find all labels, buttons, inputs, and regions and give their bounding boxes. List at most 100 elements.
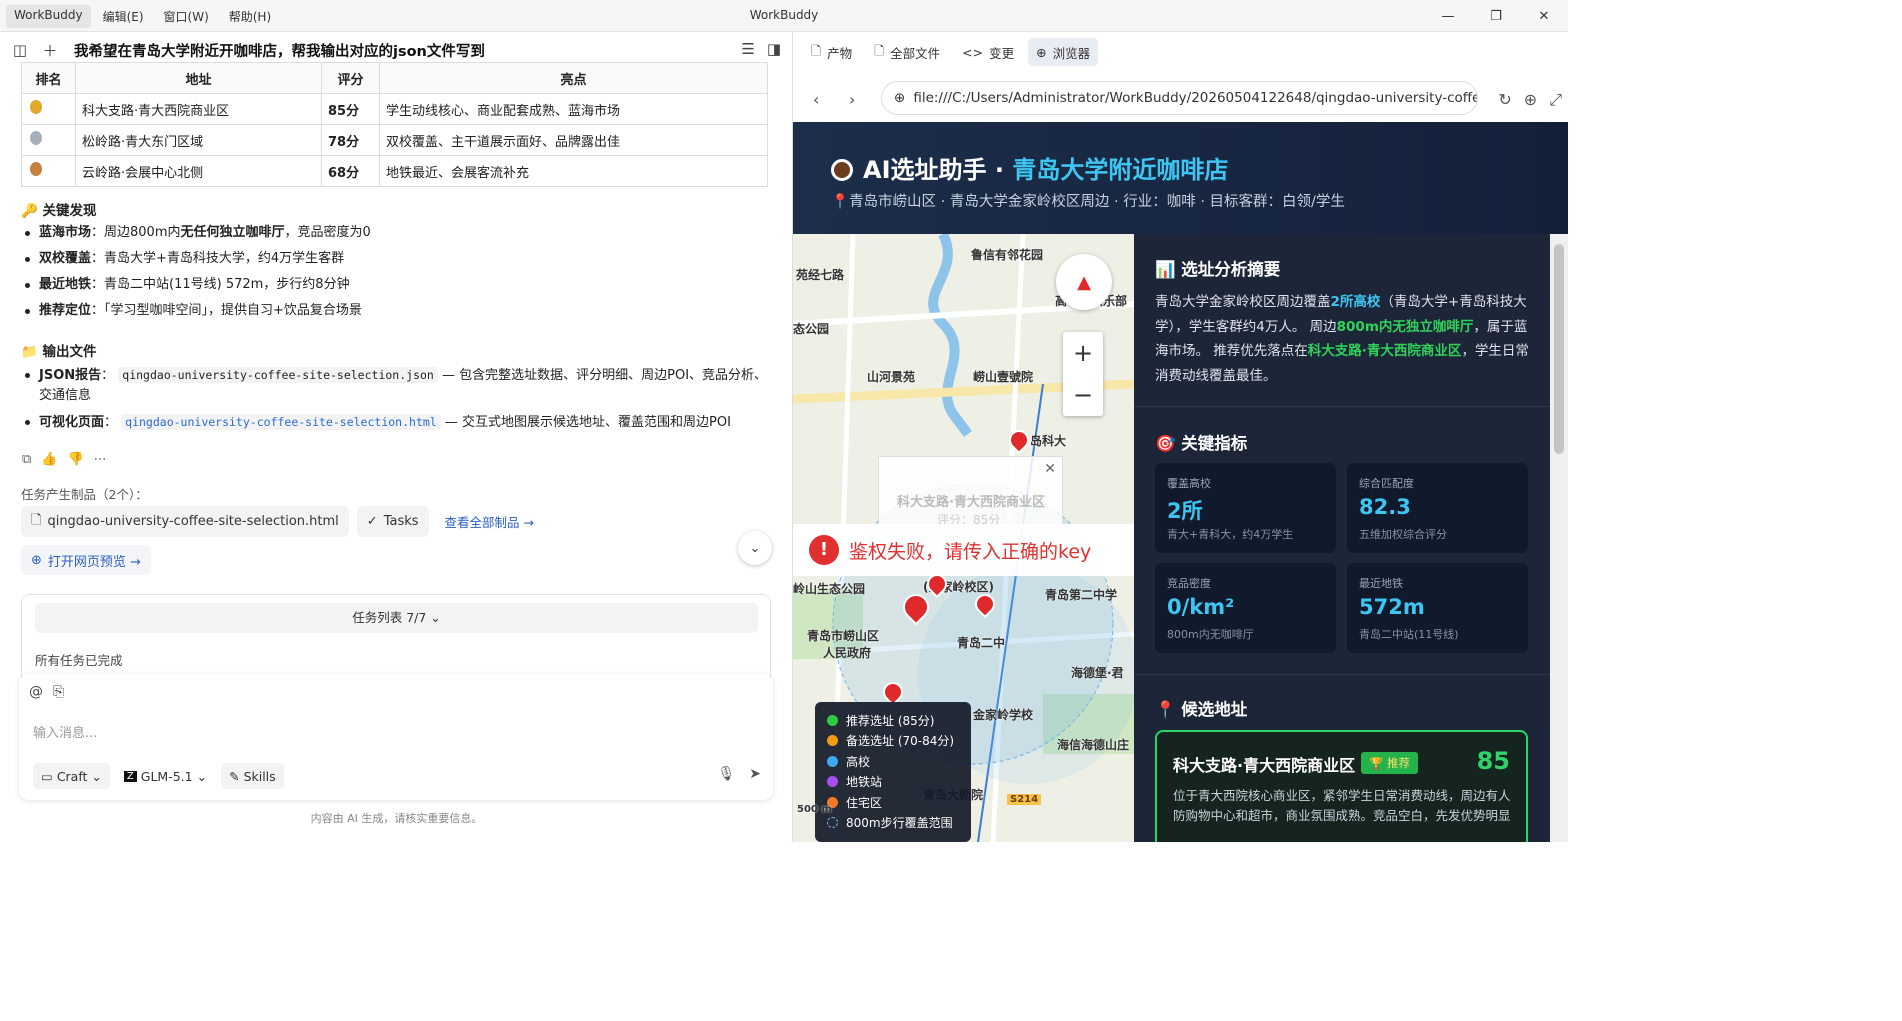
- legend-item: 住宅区: [827, 792, 959, 813]
- map-label: 山河景苑: [867, 370, 916, 384]
- tasks-status: 所有任务已完成: [35, 653, 123, 668]
- metric-card: 最近地铁 572m 青岛二中站(11号线): [1347, 563, 1528, 653]
- map-label: 海德堡·君: [1071, 666, 1124, 680]
- popup-close-icon[interactable]: ✕: [1044, 461, 1056, 477]
- col-header: 地址: [75, 62, 322, 94]
- new-chat-icon[interactable]: ＋: [40, 40, 60, 61]
- cell-score: 85分: [321, 93, 380, 125]
- microphone-icon[interactable]: 🎙: [717, 766, 735, 782]
- view-all-artifacts-link[interactable]: 查看全部制品 →: [445, 512, 534, 531]
- back-icon[interactable]: ‹: [813, 90, 819, 109]
- chat-pane: ◫ ＋ 我希望在青岛大学附近开咖啡店，帮我输出对应的json文件写到 ☰ ◨ 排…: [0, 32, 793, 842]
- cell-address: 云岭路·会展中心北侧: [75, 155, 322, 187]
- tab-changes[interactable]: <> 变更: [954, 38, 1022, 66]
- more-icon[interactable]: ⋯: [94, 452, 107, 467]
- browser-tabs: 🗋 产物 🗋 全部文件 <> 变更 ⊕ 浏览器: [803, 38, 1099, 66]
- cell-address: 松岭路·青大东门区域: [75, 124, 322, 156]
- map[interactable]: 鲁信有邻花园 苑经七路 态公园 山河景苑 崂山壹號院 高尔夫俱乐部 岛科大 岭山…: [793, 234, 1134, 842]
- zoom-in-button[interactable]: +: [1063, 332, 1103, 374]
- tab-artifacts[interactable]: 🗋 产物: [803, 38, 860, 66]
- refresh-icon[interactable]: ↻: [1498, 90, 1511, 110]
- candidate-name: 科大支路·青大西院商业区: [1173, 756, 1356, 775]
- divider: [1134, 406, 1550, 407]
- legend-item: 高校: [827, 751, 959, 772]
- scrollbar-thumb[interactable]: [1554, 244, 1564, 454]
- map-label: 海信海德山庄: [1057, 738, 1130, 752]
- pin-icon: 📍: [1155, 700, 1176, 719]
- map-label: 鲁信有邻花园: [971, 248, 1044, 262]
- web-icon[interactable]: ⊕: [1524, 90, 1537, 110]
- popup-title: 科大支路·青大西院商业区: [897, 495, 1045, 510]
- restore-icon[interactable]: ❐: [1472, 0, 1520, 32]
- json-filename: qingdao-university-coffee-site-selection…: [118, 367, 438, 383]
- window-controls: — ❐ ✕: [1424, 0, 1568, 32]
- list-item: 双校覆盖：青岛大学+青岛科技大学，约4万学生客群: [21, 249, 771, 269]
- thumbs-down-icon[interactable]: 👎: [67, 452, 83, 467]
- globe-icon: ⊕: [1036, 44, 1047, 60]
- menu-icon[interactable]: ☰: [741, 40, 754, 58]
- metric-card: 竞品密度 0/km² 800m内无咖啡厅: [1155, 563, 1336, 653]
- list-item: 最近地铁：青岛二中站(11号线) 572m，步行约8分钟: [21, 275, 771, 295]
- col-header: 亮点: [379, 62, 768, 94]
- map-label: 苑经七路: [796, 268, 845, 282]
- road-badge: S214: [1007, 794, 1042, 805]
- panel-toggle-icon[interactable]: ◨: [767, 40, 781, 58]
- open-preview-button[interactable]: ⊕ 打开网页预览 →: [21, 545, 151, 575]
- attach-icon[interactable]: ⎘: [53, 684, 64, 700]
- url-text: file:///C:/Users/Administrator/WorkBuddy…: [913, 90, 1478, 106]
- expand-icon[interactable]: ⤢: [1549, 90, 1562, 110]
- map-label: 金家岭学校: [973, 708, 1034, 722]
- copy-icon[interactable]: ⧉: [22, 452, 31, 467]
- divider: [1134, 674, 1550, 675]
- task-list-toggle[interactable]: 任务列表 7/7 ⌄: [35, 603, 758, 633]
- candidate-card[interactable]: 科大支路·青大西院商业区 🏆 推荐 85 位于青大西院核心商业区，紧邻学生日常消…: [1155, 730, 1528, 842]
- tab-all-files[interactable]: 🗋 全部文件: [866, 38, 948, 66]
- list-item: JSON报告： qingdao-university-coffee-site-s…: [21, 365, 771, 406]
- menu-edit[interactable]: 编辑(E): [95, 5, 152, 28]
- webpage: AI选址助手 · 青岛大学附近咖啡店 📍青岛市崂山区 · 青岛大学金家岭校区周边…: [793, 122, 1568, 842]
- scroll-down-button[interactable]: ⌄: [738, 531, 772, 565]
- url-bar[interactable]: ⊕ file:///C:/Users/Administrator/WorkBudd…: [881, 81, 1478, 115]
- menu-workbuddy[interactable]: WorkBuddy: [6, 5, 91, 28]
- skills-icon: ✎: [229, 768, 240, 784]
- skills-button[interactable]: ✎ Skills: [221, 763, 284, 789]
- tab-browser[interactable]: ⊕ 浏览器: [1028, 38, 1099, 66]
- mode-select[interactable]: ▭ Craft ⌄: [33, 763, 110, 789]
- map-legend: 推荐选址 (85分) 备选选址 (70-84分) 高校 地铁站 住宅区 800m…: [815, 702, 971, 842]
- browser-nav: ‹ › ⊕ file:///C:/Users/Administrator/Work…: [793, 78, 1568, 122]
- chevron-down-icon: ⌄: [749, 540, 761, 556]
- map-scale: 500 m: [797, 804, 832, 815]
- menu-help[interactable]: 帮助(H): [221, 5, 279, 28]
- bronze-medal-icon: [30, 162, 42, 176]
- artifact-tasks-chip[interactable]: ✓ Tasks: [356, 506, 429, 537]
- chart-icon: 📊: [1155, 260, 1176, 279]
- artifact-file-chip[interactable]: 🗋 qingdao-university-coffee-site-selectio…: [21, 506, 349, 537]
- map-label: 岛科大: [1030, 434, 1067, 448]
- gold-medal-icon: [30, 100, 42, 114]
- close-icon[interactable]: ✕: [1520, 0, 1568, 32]
- candidate-desc: 位于青大西院核心商业区，紧邻学生日常消费动线，周边有人防购物中心和超市，商业氛围…: [1173, 788, 1511, 823]
- menu-window[interactable]: 窗口(W): [156, 5, 217, 28]
- forward-icon[interactable]: ›: [849, 90, 855, 109]
- map-label: 青岛二中: [957, 636, 1006, 650]
- cell-highlight: 学生动线核心、商业配套成熟、蓝海市场: [379, 93, 768, 125]
- page-scrollbar[interactable]: [1550, 234, 1568, 842]
- model-select[interactable]: Z GLM-5.1 ⌄: [116, 763, 215, 789]
- zoom-out-button[interactable]: −: [1063, 374, 1103, 416]
- mention-icon[interactable]: @: [29, 684, 43, 700]
- thumbs-up-icon[interactable]: 👍: [41, 452, 57, 467]
- chat-title: 我希望在青岛大学附近开咖啡店，帮我输出对应的json文件写到: [74, 43, 485, 60]
- findings-list: 蓝海市场：周边800m内无任何独立咖啡厅，竞品密度为0 双校覆盖：青岛大学+青岛…: [21, 223, 771, 327]
- compass-icon[interactable]: ▲: [1056, 254, 1112, 310]
- cell-highlight: 地铁最近、会展客流补充: [379, 155, 768, 187]
- table-row: 云岭路·会展中心北侧 68分 地铁最近、会展客流补充: [21, 155, 768, 187]
- send-icon[interactable]: ➤: [749, 766, 761, 782]
- message-input[interactable]: 输入消息...: [33, 722, 97, 741]
- html-file-link[interactable]: qingdao-university-coffee-site-selection…: [121, 414, 441, 430]
- cell-highlight: 双校覆盖、主干道展示面好、品牌露出佳: [379, 124, 768, 156]
- sidebar-toggle-icon[interactable]: ◫: [10, 41, 30, 59]
- zoom-control: + −: [1063, 332, 1103, 416]
- pin-icon: 📍: [831, 194, 850, 210]
- minimize-icon[interactable]: —: [1424, 0, 1472, 32]
- table-row: 松岭路·青大东门区域 78分 双校覆盖、主干道展示面好、品牌露出佳: [21, 124, 768, 156]
